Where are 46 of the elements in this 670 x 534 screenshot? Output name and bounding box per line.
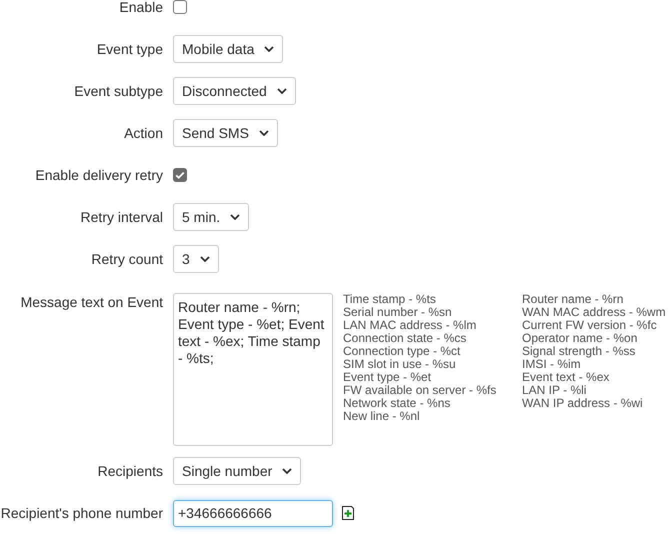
field-label: Retry interval	[80, 209, 163, 225]
caret-icon	[264, 46, 274, 52]
dropdown[interactable]: 3	[173, 245, 219, 273]
checkbox[interactable]	[173, 0, 187, 14]
caret-icon	[200, 256, 210, 262]
field-label: Recipient's phone number	[0, 505, 163, 521]
dropdown[interactable]: Send SMS	[173, 119, 278, 147]
field-label: Enable delivery retry	[34, 167, 163, 183]
variable-hint: WAN MAC address - %wm	[522, 306, 666, 319]
message-field[interactable]: Router name - %rn; Event type - %et; Event text - %ex; Time stamp - %ts;	[173, 293, 333, 446]
variable-hint: Event text - %ex	[522, 371, 610, 384]
variable-hint: Operator name - %on	[522, 332, 638, 345]
variable-hint: Current FW version - %fc	[522, 319, 658, 332]
dropdown[interactable]: Single number	[173, 457, 302, 485]
variable-hint: Signal strength - %ss	[522, 345, 636, 358]
field-label: Enable	[118, 0, 163, 15]
field-label: Event type	[96, 41, 163, 57]
variable-hint: LAN MAC address - %lm	[343, 319, 478, 332]
caret-icon	[230, 214, 240, 220]
variable-hint: WAN IP address - %wi	[522, 397, 644, 410]
field-label: Message text on Event	[20, 293, 163, 310]
variable-hint: Network state - %ns	[343, 397, 452, 410]
checkbox[interactable]	[173, 168, 187, 182]
variable-hint: SIM slot in use - %su	[343, 358, 457, 371]
variable-hint: Serial number - %sn	[343, 306, 453, 319]
field-label: Retry count	[90, 251, 163, 267]
variable-hint: IMSI - %im	[522, 358, 581, 371]
variable-hint: Connection state - %cs	[343, 332, 468, 345]
variable-hint: Router name - %rn	[522, 293, 624, 306]
dropdown[interactable]: 5 min.	[173, 203, 250, 231]
field-label: Event subtype	[73, 83, 163, 99]
variable-hint: FW available on server - %fs	[343, 384, 498, 397]
caret-icon	[276, 88, 287, 94]
dropdown[interactable]: Mobile data	[173, 35, 284, 63]
variable-hint: Event type - %et	[343, 371, 432, 384]
variable-hint: LAN IP - %li	[522, 384, 588, 397]
dropdown[interactable]: Disconnected	[173, 77, 296, 105]
add-icon[interactable]	[340, 505, 356, 521]
variable-hint: New line - %nl	[343, 410, 421, 423]
field-label: Action	[123, 125, 163, 141]
variable-hint: Time stamp - %ts	[343, 293, 437, 306]
caret-icon	[258, 130, 269, 136]
variable-hint: Connection type - %ct	[343, 345, 462, 358]
caret-icon	[282, 468, 292, 474]
phone-field[interactable]: +34666666666	[173, 500, 333, 526]
field-label: Recipients	[96, 463, 163, 479]
